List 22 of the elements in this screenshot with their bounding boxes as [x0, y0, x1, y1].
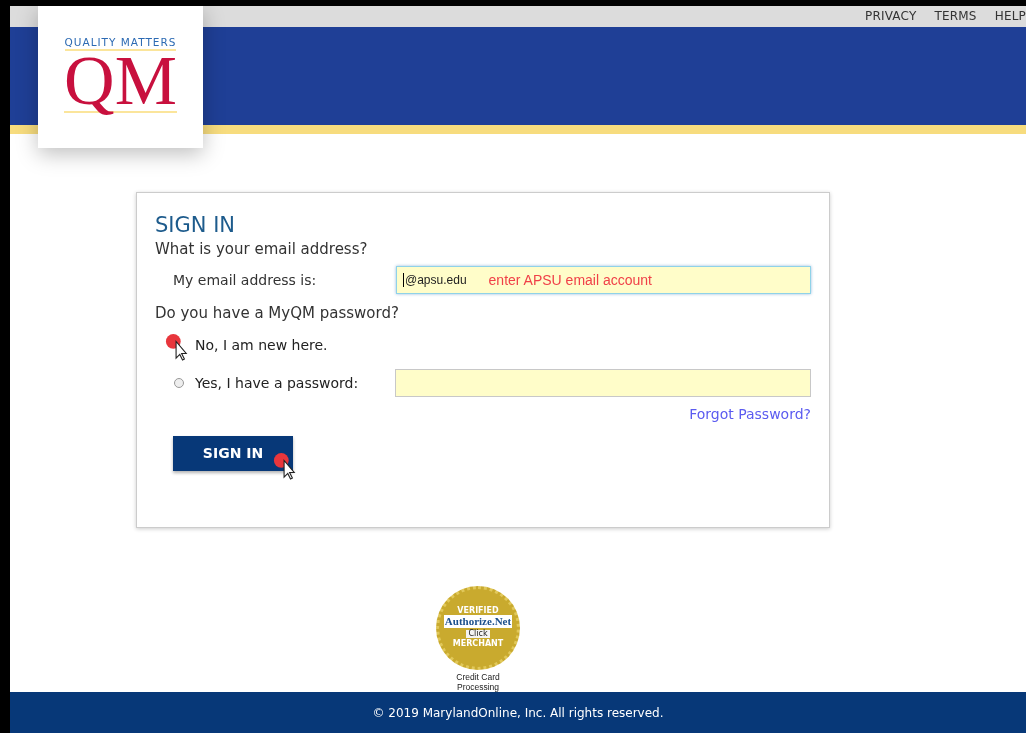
copyright-text: © 2019 MarylandOnline, Inc. All rights reserved.	[372, 705, 664, 720]
password-field[interactable]	[395, 369, 811, 397]
badge-caption: Credit Card Processing	[455, 672, 501, 692]
forgot-password-link[interactable]: Forgot Password?	[689, 406, 811, 422]
click-marker-icon	[273, 452, 297, 480]
annotation-text: enter APSU email account	[488, 272, 652, 288]
logo-tagline: QUALITY MATTERS	[64, 36, 177, 51]
sign-in-heading: SIGN IN	[155, 213, 237, 237]
radio-button[interactable]	[174, 378, 184, 388]
logo-letters: QM	[64, 51, 177, 113]
email-field[interactable]: @apsu.edu enter APSU email account	[396, 266, 811, 294]
top-nav-link[interactable]: PRIVACY	[865, 9, 917, 24]
email-label: My email address is:	[172, 272, 318, 288]
email-question: What is your email address?	[155, 240, 369, 258]
verified-seal[interactable]: VERIFIED Authorize.Net Click MERCHANT	[436, 586, 520, 670]
click-marker-icon[interactable]	[165, 333, 189, 361]
sign-in-button[interactable]: SIGN IN	[173, 436, 293, 471]
password-question: Do you have a MyQM password?	[155, 304, 400, 322]
radio-label: Yes, I have a password:	[195, 375, 360, 391]
top-nav-link[interactable]: HELP	[994, 9, 1026, 24]
top-nav-link[interactable]: TERMS	[934, 9, 977, 24]
radio-label: No, I am new here.	[195, 337, 329, 353]
